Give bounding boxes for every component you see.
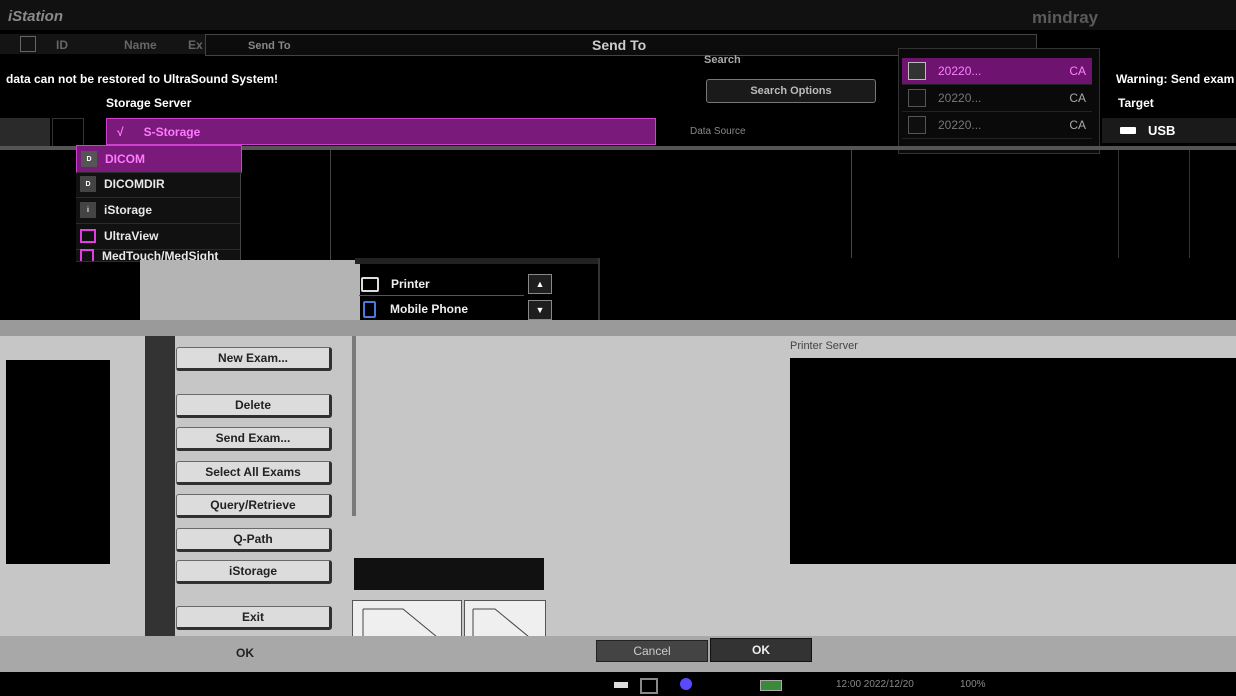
status-zoom: 100% xyxy=(960,679,986,690)
chevron-up-icon: ▲ xyxy=(535,279,545,289)
q-path-label: Q-Path xyxy=(233,532,273,546)
send-to-title: Send To xyxy=(592,37,647,53)
column-id[interactable]: ID xyxy=(56,38,68,52)
exam-row[interactable]: 20220... CA xyxy=(902,112,1092,139)
send-exam-button[interactable]: Send Exam... xyxy=(176,427,332,451)
exit-button[interactable]: Exit xyxy=(176,606,332,630)
black-preview-strip xyxy=(354,558,544,590)
exit-label: Exit xyxy=(241,610,264,624)
scroll-up-button[interactable]: ▲ xyxy=(528,274,552,294)
exam-row-date: 20220... xyxy=(938,64,982,78)
warning-text-right: Warning: Send exam xyxy=(1116,72,1235,86)
exam-row[interactable]: 20220... CA xyxy=(902,85,1092,112)
target-heading: Target xyxy=(1118,96,1154,110)
cancel-label: Cancel xyxy=(633,644,671,658)
select-all-exams-button[interactable]: Select All Exams xyxy=(176,461,332,485)
left-filler-block-2 xyxy=(52,118,84,148)
storage-item-label: iStorage xyxy=(104,203,153,217)
exam-row-checkbox[interactable] xyxy=(908,116,926,134)
ok-right-label: OK xyxy=(752,643,770,657)
scroll-down-button[interactable]: ▼ xyxy=(528,300,552,320)
search-label: Search xyxy=(704,54,741,66)
send-to-bg-label: Send To xyxy=(248,40,291,52)
query-retrieve-label: Query/Retrieve xyxy=(210,498,296,512)
storage-item-ultraview[interactable]: UltraView xyxy=(76,223,240,250)
storage-server-selected[interactable]: √ S-Storage xyxy=(106,118,656,145)
battery-icon xyxy=(760,680,782,691)
storage-server-heading: Storage Server xyxy=(106,96,192,110)
device-printer[interactable]: Printer xyxy=(359,273,524,296)
preview-panel xyxy=(330,150,852,260)
status-datetime: 12:00 2022/12/20 xyxy=(836,679,914,690)
button-column-divider xyxy=(352,336,356,516)
left-preview xyxy=(6,360,110,564)
select-all-checkbox[interactable] xyxy=(20,36,36,52)
istorage-button[interactable]: iStorage xyxy=(176,560,332,584)
user-icon xyxy=(680,678,692,690)
ok-left-label: OK xyxy=(236,646,254,660)
left-filler-block xyxy=(0,118,50,146)
network-icon xyxy=(640,678,658,694)
exam-row-date: 20220... xyxy=(938,91,982,105)
main-gray-header xyxy=(0,320,1236,336)
select-all-exams-label: Select All Exams xyxy=(205,465,301,479)
device-mobile-phone[interactable]: Mobile Phone xyxy=(359,298,524,321)
search-options-label: Search Options xyxy=(750,85,832,97)
printer-server-label: Printer Server xyxy=(790,340,858,352)
printer-server-list xyxy=(790,358,1236,564)
q-path-button[interactable]: Q-Path xyxy=(176,528,332,552)
brand-logo: mindray xyxy=(1032,8,1099,27)
dicomdir-icon: D xyxy=(80,176,96,192)
exam-row-date: 20220... xyxy=(938,118,982,132)
new-exam-button[interactable]: New Exam... xyxy=(176,347,332,371)
data-source-label: Data Source xyxy=(690,126,746,137)
exam-row-code: CA xyxy=(1069,91,1086,105)
storage-item-label: DICOMDIR xyxy=(104,177,165,191)
app-title: iStation xyxy=(8,8,63,25)
search-options-button[interactable]: Search Options xyxy=(706,79,876,103)
exam-row-checkbox[interactable] xyxy=(908,62,926,80)
storage-item-dicomdir[interactable]: D DICOMDIR xyxy=(76,171,240,198)
chevron-down-icon: ▼ xyxy=(535,305,545,315)
exam-row-code: CA xyxy=(1069,64,1086,78)
usb-label: USB xyxy=(1148,123,1176,138)
delete-label: Delete xyxy=(234,398,272,412)
new-exam-label: New Exam... xyxy=(217,351,289,365)
column-name[interactable]: Name xyxy=(124,38,157,52)
istorage-icon: i xyxy=(80,202,96,218)
ok-left-button[interactable]: OK xyxy=(200,644,290,662)
usb-status-icon xyxy=(614,682,628,688)
storage-item-dicom[interactable]: D DICOM xyxy=(76,145,242,173)
ok-right-button[interactable]: OK xyxy=(710,638,812,662)
check-icon: √ xyxy=(117,124,124,139)
cancel-button[interactable]: Cancel xyxy=(596,640,708,662)
medtouch-icon xyxy=(80,249,94,261)
dicom-icon: D xyxy=(81,151,97,167)
exam-row[interactable]: 20220... CA xyxy=(902,58,1092,85)
istorage-label: iStorage xyxy=(228,564,277,578)
ultraview-icon xyxy=(80,229,96,243)
query-retrieve-button[interactable]: Query/Retrieve xyxy=(176,494,332,518)
send-exam-label: Send Exam... xyxy=(215,431,291,445)
printer-icon xyxy=(361,276,379,292)
storage-item-label: DICOM xyxy=(105,152,145,166)
device-detail-panel xyxy=(598,258,1220,328)
usb-icon xyxy=(1120,127,1136,134)
column-ex[interactable]: Ex xyxy=(188,38,203,52)
storage-item-istorage[interactable]: i iStorage xyxy=(76,197,240,224)
delete-button[interactable]: Delete xyxy=(176,394,332,418)
storage-server-selected-label: S-Storage xyxy=(143,124,201,139)
device-label: Printer xyxy=(391,277,430,291)
storage-item-label: UltraView xyxy=(104,229,159,243)
mobile-phone-icon xyxy=(363,300,376,318)
exam-row-checkbox[interactable] xyxy=(908,89,926,107)
button-column-bar xyxy=(145,336,175,651)
device-label: Mobile Phone xyxy=(390,302,468,316)
exam-row-code: CA xyxy=(1069,118,1086,132)
warning-text-left: data can not be restored to UltraSound S… xyxy=(6,72,279,86)
